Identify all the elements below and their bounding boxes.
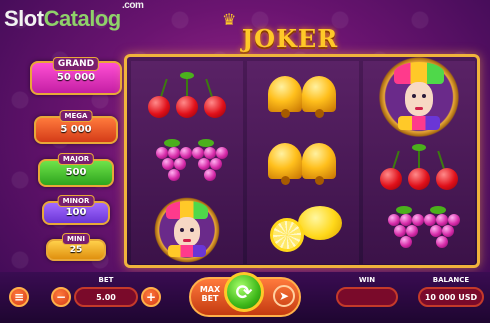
symbol-grapes <box>363 197 475 263</box>
symbol-bells <box>247 130 359 196</box>
max-bet-button[interactable]: MAX BET <box>196 285 224 303</box>
autoplay-button[interactable]: ➤ <box>273 285 295 307</box>
jackpot-mega-label: MEGA <box>59 110 93 122</box>
spin-button[interactable]: ⟳ <box>224 272 264 312</box>
symbol-joker <box>131 195 243 265</box>
bet-decrease-button[interactable]: − <box>51 287 71 307</box>
win-value <box>336 287 398 307</box>
minus-icon: − <box>55 290 67 304</box>
watermark-logo: SlotCatalog .com <box>4 0 144 31</box>
plus-icon: + <box>145 290 157 304</box>
bet-value: 5.00 <box>74 287 138 307</box>
balance-value: 10 000 USD <box>418 287 484 307</box>
menu-button[interactable]: ≡ <box>9 287 29 307</box>
jackpot-grand-label: GRAND <box>52 57 100 71</box>
reel-frame <box>124 54 480 268</box>
symbol-bells <box>247 63 359 129</box>
reel-3 <box>363 54 475 264</box>
symbol-lemons <box>247 197 359 263</box>
reel-1 <box>131 61 243 265</box>
reel-2 <box>247 61 359 264</box>
symbol-cherries <box>131 63 243 129</box>
win-label: WIN <box>358 276 376 284</box>
bet-increase-button[interactable]: + <box>141 287 161 307</box>
symbol-cherries <box>363 135 475 201</box>
spin-icon: ⟳ <box>235 280 253 304</box>
jackpot-major: MAJOR 500 <box>38 153 114 187</box>
jackpot-minor-label: MINOR <box>57 195 95 207</box>
jackpot-minor: MINOR 100 <box>42 195 110 225</box>
jackpot-mega: MEGA 5 000 <box>34 110 118 144</box>
balance-label: BALANCE <box>432 276 470 284</box>
jackpot-mini: MINI 25 <box>46 233 106 261</box>
bet-label: BET <box>98 276 114 284</box>
jackpot-grand: GRAND 50 000 <box>30 57 122 95</box>
menu-icon: ≡ <box>13 290 25 304</box>
jackpot-major-label: MAJOR <box>57 153 95 165</box>
symbol-grapes <box>131 130 243 196</box>
autoplay-icon: ➤ <box>278 289 290 303</box>
symbol-joker <box>363 54 475 140</box>
jackpot-mini-label: MINI <box>61 233 91 245</box>
